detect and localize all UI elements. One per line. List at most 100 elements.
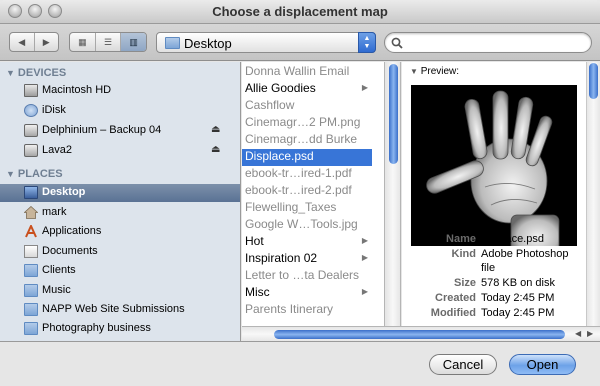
sidebar-item-napp-submissions[interactable]: NAPP Web Site Submissions [0, 301, 240, 319]
history-nav: ◀ ▶ [9, 32, 59, 52]
sidebar-item-label: Macintosh HD [42, 84, 112, 96]
scrollbar-thumb[interactable] [274, 330, 565, 339]
meta-key-kind: Kind [451, 248, 476, 260]
file-column: Donna Wallin Email Allie Goodies ▶ Cashfl… [242, 62, 385, 341]
sidebar-item-lava2[interactable]: Lava2 ⏏ [0, 142, 240, 160]
disclosure-triangle-icon: ▼ [6, 169, 15, 179]
sidebar-item-idisk[interactable]: iDisk [0, 102, 240, 120]
list-item[interactable]: Donna Wallin Email [242, 64, 372, 81]
desktop-icon [24, 186, 38, 199]
list-item[interactable]: ebook-tr…ired-2.pdf [242, 183, 372, 200]
sidebar-item-label: iDisk [42, 104, 66, 116]
list-item[interactable]: Cinemagr…dd Burke [242, 132, 372, 149]
chevron-right-icon: ▶ [361, 287, 368, 296]
preview-scrollbar[interactable] [586, 62, 600, 330]
devices-heading[interactable]: ▼ DEVICES [6, 67, 66, 79]
title-bar: Choose a displacement map [0, 0, 600, 24]
meta-value-kind-cont: file [481, 262, 496, 274]
preview-pane: ▼ Preview: Name Displace.psd Kind Adobe … [402, 62, 586, 330]
documents-icon [24, 245, 38, 258]
folder-icon [165, 37, 180, 49]
sidebar-item-label: Documents [42, 245, 98, 257]
toolbar: ◀ ▶ ▦ ☰ ▥ Desktop ▲ ▼ [0, 24, 600, 61]
forward-arrow-icon[interactable]: ▶ [35, 33, 59, 51]
chevron-updown-icon: ▲ ▼ [358, 32, 376, 53]
meta-value-size: 578 KB on disk [481, 277, 555, 289]
sidebar-item-desktop[interactable]: Desktop [0, 184, 240, 202]
location-popup[interactable]: Desktop ▲ ▼ [156, 32, 376, 53]
list-item[interactable]: Inspiration 02 ▶ [242, 251, 372, 268]
chevron-right-icon: ▶ [361, 83, 368, 92]
sidebar-item-label: Music [42, 284, 71, 296]
sidebar-item-label: Applications [42, 225, 102, 237]
sidebar-item-photography-business[interactable]: Photography business [0, 320, 240, 338]
sidebar-item-documents[interactable]: Documents [0, 243, 240, 261]
places-heading[interactable]: ▼ PLACES [6, 168, 63, 180]
hard-drive-icon [24, 84, 38, 97]
folder-icon [24, 284, 38, 297]
list-item[interactable]: Letter to …ta Dealers [242, 268, 372, 285]
list-item[interactable]: Misc ▶ [242, 285, 372, 302]
search-icon [391, 37, 403, 49]
sidebar-item-label: Photography business [42, 322, 151, 334]
sidebar-item-applications[interactable]: Applications [0, 223, 240, 241]
list-item[interactable]: Allie Goodies ▶ [242, 81, 372, 98]
list-item[interactable]: Cinemagr…2 PM.png [242, 115, 372, 132]
home-icon [24, 206, 38, 219]
eject-icon[interactable]: ⏏ [211, 144, 220, 155]
search-input[interactable] [384, 32, 592, 53]
meta-value-created: Today 2:45 PM [481, 292, 555, 304]
sidebar-item-clients[interactable]: Clients [0, 262, 240, 280]
disclosure-triangle-icon[interactable]: ▼ [410, 67, 418, 76]
list-item[interactable]: ebook-tr…ired-1.pdf [242, 166, 372, 183]
meta-value-modified: Today 2:45 PM [481, 307, 555, 319]
sidebar-item-label: NAPP Web Site Submissions [42, 303, 185, 315]
icon-view-icon[interactable]: ▦ [70, 33, 96, 51]
column-view-icon[interactable]: ▥ [121, 33, 146, 51]
list-item[interactable]: Parents Itinerary [242, 302, 372, 319]
sidebar-item-music[interactable]: Music [0, 282, 240, 300]
sidebar-item-label: Delphinium – Backup 04 [42, 124, 162, 136]
meta-key-created: Created [435, 292, 476, 304]
list-view-icon[interactable]: ☰ [96, 33, 122, 51]
button-bar: Cancel Open [0, 341, 600, 386]
eject-icon[interactable]: ⏏ [211, 124, 220, 135]
sidebar-item-label: Desktop [42, 186, 86, 198]
back-arrow-icon[interactable]: ◀ [10, 33, 35, 51]
idisk-icon [24, 104, 38, 117]
chevron-right-icon: ▶ [361, 236, 368, 245]
list-item[interactable]: Cashflow [242, 98, 372, 115]
horizontal-scrollbar[interactable]: ◀ ▶ [242, 326, 600, 341]
disclosure-triangle-icon: ▼ [6, 68, 15, 78]
meta-value-kind: Adobe Photoshop [481, 248, 569, 260]
external-drive-icon [24, 124, 38, 137]
list-item[interactable]: Hot ▶ [242, 234, 372, 251]
cancel-button[interactable]: Cancel [429, 354, 497, 375]
folder-icon [24, 264, 38, 277]
sidebar-item-label: Clients [42, 264, 76, 276]
open-button[interactable]: Open [509, 354, 576, 375]
list-item[interactable]: Google W…Tools.jpg [242, 217, 372, 234]
scroll-left-arrow-icon[interactable]: ◀ [575, 329, 581, 338]
scroll-right-arrow-icon[interactable]: ▶ [587, 329, 593, 338]
window-title: Choose a displacement map [212, 4, 388, 19]
sidebar-item-mark[interactable]: mark [0, 204, 240, 222]
list-item-selected[interactable]: Displace.psd [242, 149, 372, 166]
open-dialog-window: Choose a displacement map ◀ ▶ ▦ ☰ ▥ Desk… [0, 0, 600, 386]
file-column-scrollbar[interactable] [386, 62, 401, 341]
meta-value-name: Displace.psd [481, 233, 544, 245]
sidebar-item-macintosh-hd[interactable]: Macintosh HD [0, 82, 240, 100]
sidebar-item-delphinium-backup[interactable]: Delphinium – Backup 04 ⏏ [0, 122, 240, 140]
sidebar: ▼ DEVICES Macintosh HD iDisk Delphinium –… [0, 62, 241, 341]
applications-icon [25, 225, 37, 238]
chevron-right-icon: ▶ [361, 253, 368, 262]
scrollbar-thumb[interactable] [389, 64, 398, 164]
sidebar-item-label: Lava2 [42, 144, 72, 156]
external-drive-icon [24, 144, 38, 157]
list-item[interactable]: Flewelling_Taxes [242, 200, 372, 217]
folder-icon [24, 322, 38, 335]
scrollbar-thumb[interactable] [589, 63, 598, 99]
folder-icon [24, 303, 38, 316]
hand-photo-image [411, 85, 577, 246]
location-label: Desktop [184, 36, 232, 51]
